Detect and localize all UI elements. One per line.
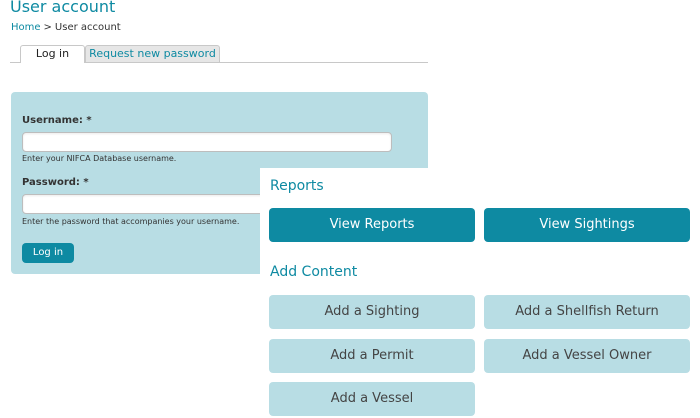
password-required-marker: * [83, 177, 89, 188]
breadcrumb: Home > User account [11, 21, 121, 34]
breadcrumb-home-link[interactable]: Home [11, 22, 41, 33]
username-label: Username: * [22, 115, 92, 127]
add-sighting-button[interactable]: Add a Sighting [269, 295, 475, 329]
view-sightings-button[interactable]: View Sightings [484, 208, 690, 242]
username-help: Enter your NIFCA Database username. [22, 154, 177, 163]
tab-request-new-password[interactable]: Request new password [85, 45, 220, 62]
username-label-text: Username: [22, 115, 83, 126]
add-shellfish-return-button[interactable]: Add a Shellfish Return [484, 295, 690, 329]
password-label: Password: * [22, 177, 89, 189]
log-in-button[interactable]: Log in [22, 243, 74, 263]
view-reports-button[interactable]: View Reports [269, 208, 475, 242]
breadcrumb-current: User account [54, 22, 121, 33]
add-content-heading: Add Content [270, 264, 358, 280]
add-vessel-button[interactable]: Add a Vessel [269, 382, 475, 416]
tab-log-in[interactable]: Log in [20, 45, 85, 63]
password-help: Enter the password that accompanies your… [22, 217, 240, 226]
password-label-text: Password: [22, 177, 80, 188]
add-vessel-owner-button[interactable]: Add a Vessel Owner [484, 339, 690, 373]
username-required-marker: * [86, 115, 92, 126]
breadcrumb-separator: > [43, 22, 52, 33]
page-title: User account [10, 0, 116, 16]
username-input[interactable] [22, 132, 392, 152]
add-permit-button[interactable]: Add a Permit [269, 339, 475, 373]
reports-heading: Reports [270, 178, 324, 194]
account-tabs: Log in Request new password [10, 43, 428, 63]
quick-links-panel: Reports View Reports View Sightings Add … [260, 168, 700, 418]
